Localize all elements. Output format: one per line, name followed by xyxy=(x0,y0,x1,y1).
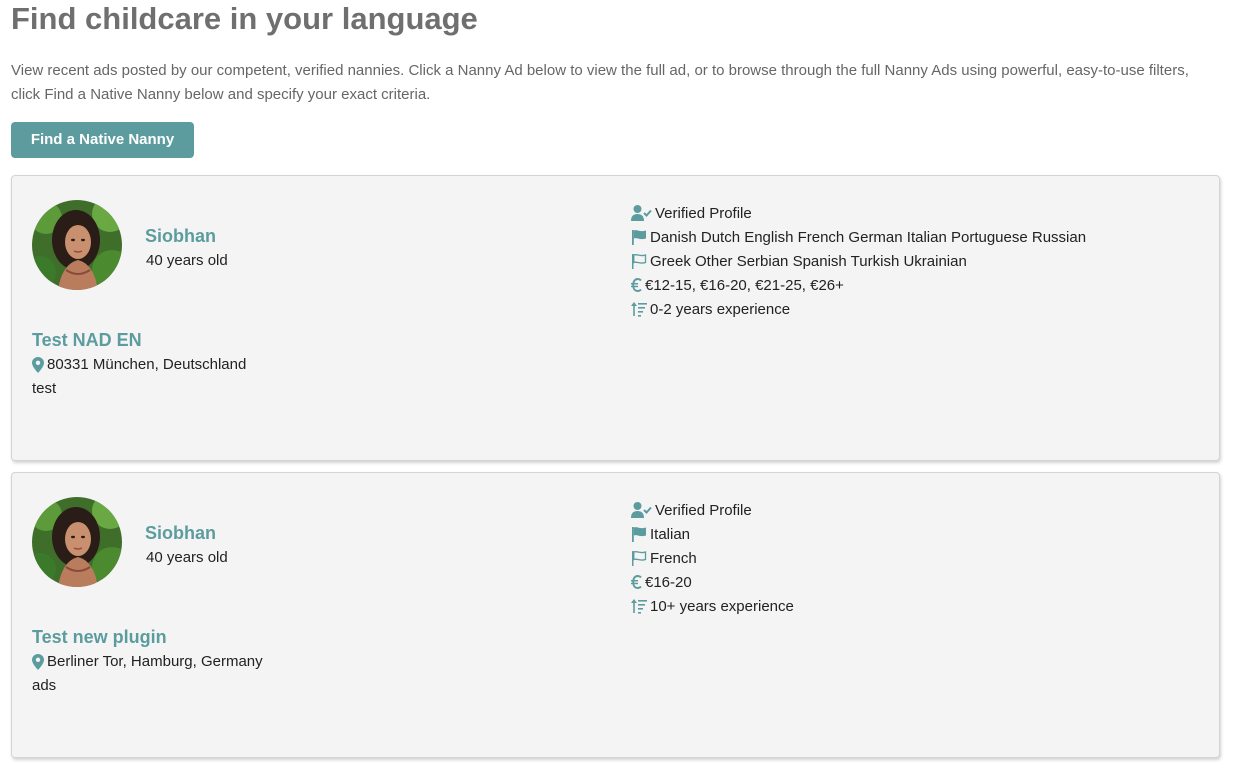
experience-row: 0-2 years experience xyxy=(631,297,1086,321)
native-languages-text: Italian xyxy=(650,525,691,543)
other-languages-text: Greek Other Serbian Spanish Turkish Ukra… xyxy=(650,252,967,270)
other-languages-text: French xyxy=(650,549,697,567)
verified-row: Verified Profile xyxy=(631,498,794,522)
map-marker-icon xyxy=(32,357,44,373)
verified-row: Verified Profile xyxy=(631,201,1086,225)
euro-icon xyxy=(631,277,642,293)
intro-text: View recent ads posted by our competent,… xyxy=(11,62,1189,103)
verified-text: Verified Profile xyxy=(655,204,752,222)
location-text: 80331 München, Deutschland xyxy=(47,356,247,373)
ad-details: Verified Profile Italian French €16-20 1… xyxy=(631,498,794,618)
flag-outline-icon xyxy=(631,550,647,566)
ad-location: 80331 München, Deutschland xyxy=(32,355,246,375)
nanny-name[interactable]: Siobhan xyxy=(145,521,216,545)
euro-icon xyxy=(631,574,642,590)
rates-text: €12-15, €16-20, €21-25, €26+ xyxy=(645,276,844,294)
flag-solid-icon xyxy=(631,526,647,542)
nanny-name[interactable]: Siobhan xyxy=(145,224,216,248)
ad-location: Berliner Tor, Hamburg, Germany xyxy=(32,652,263,672)
ad-title[interactable]: Test NAD EN xyxy=(32,328,142,352)
verified-text: Verified Profile xyxy=(655,501,752,519)
other-languages-row: French xyxy=(631,546,794,570)
user-check-icon xyxy=(631,205,652,221)
other-languages-row: Greek Other Serbian Spanish Turkish Ukra… xyxy=(631,249,1086,273)
experience-text: 0-2 years experience xyxy=(650,300,791,318)
avatar[interactable] xyxy=(32,200,122,290)
flag-solid-icon xyxy=(631,229,647,245)
user-check-icon xyxy=(631,502,652,518)
flag-outline-icon xyxy=(631,253,647,269)
native-languages-text: Danish Dutch English French German Itali… xyxy=(650,228,1087,246)
rates-text: €16-20 xyxy=(645,573,692,591)
experience-text: 10+ years experience xyxy=(650,597,794,615)
sort-amount-icon xyxy=(631,598,647,614)
ad-details: Verified Profile Danish Dutch English Fr… xyxy=(631,201,1086,321)
map-marker-icon xyxy=(32,654,44,670)
native-languages-row: Italian xyxy=(631,522,794,546)
ad-description: ads xyxy=(32,677,57,694)
location-text: Berliner Tor, Hamburg, Germany xyxy=(47,653,263,670)
ad-title[interactable]: Test new plugin xyxy=(32,625,167,649)
rates-row: €16-20 xyxy=(631,570,794,594)
ad-description: test xyxy=(32,380,57,397)
rates-row: €12-15, €16-20, €21-25, €26+ xyxy=(631,273,1086,297)
find-native-nanny-button[interactable]: Find a Native Nanny xyxy=(11,122,194,158)
nanny-age: 40 years old xyxy=(146,549,228,566)
experience-row: 10+ years experience xyxy=(631,594,794,618)
nanny-ad-card[interactable]: Siobhan 40 years old Test new plugin Ber… xyxy=(11,472,1220,758)
page-title: Find childcare in your language xyxy=(11,1,478,36)
avatar[interactable] xyxy=(32,497,122,587)
nanny-age: 40 years old xyxy=(146,252,228,269)
nanny-ad-card[interactable]: Siobhan 40 years old Test NAD EN 80331 M… xyxy=(11,175,1220,461)
native-languages-row: Danish Dutch English French German Itali… xyxy=(631,225,1086,249)
sort-amount-icon xyxy=(631,301,647,317)
